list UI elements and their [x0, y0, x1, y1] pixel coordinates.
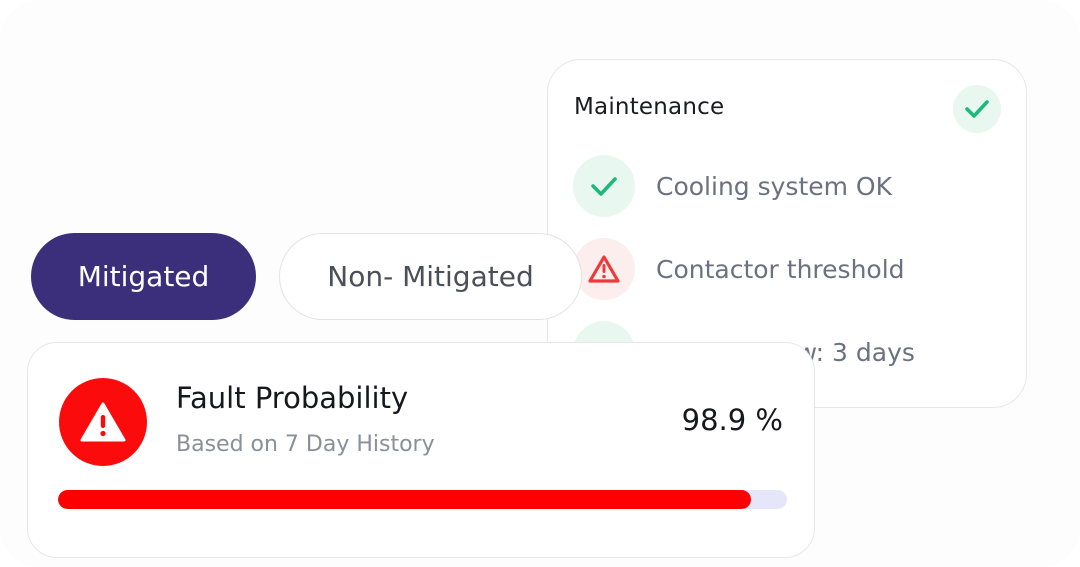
fault-progress-fill [58, 490, 751, 509]
fault-title: Fault Probability [176, 381, 409, 415]
dashboard-canvas: Maintenance Cooling system OK Contactor … [0, 0, 1080, 567]
non-mitigated-toggle-button[interactable]: Non- Mitigated [279, 233, 582, 320]
maintenance-item-contactor: Contactor threshold [573, 238, 905, 300]
check-icon [573, 155, 635, 217]
fault-probability-value: 98.9 % [681, 403, 783, 437]
fault-subtitle: Based on 7 Day History [176, 432, 435, 457]
warning-icon [59, 378, 147, 466]
maintenance-item-label: Contactor threshold [656, 254, 905, 284]
warning-icon [573, 238, 635, 300]
maintenance-item-cooling: Cooling system OK [573, 155, 892, 217]
mitigated-toggle-button[interactable]: Mitigated [31, 233, 256, 320]
maintenance-item-label: Cooling system OK [656, 171, 892, 201]
maintenance-title: Maintenance [574, 94, 725, 120]
fault-probability-card: Fault Probability Based on 7 Day History… [27, 342, 815, 558]
check-icon [953, 85, 1001, 133]
fault-progress-bar [58, 490, 787, 509]
